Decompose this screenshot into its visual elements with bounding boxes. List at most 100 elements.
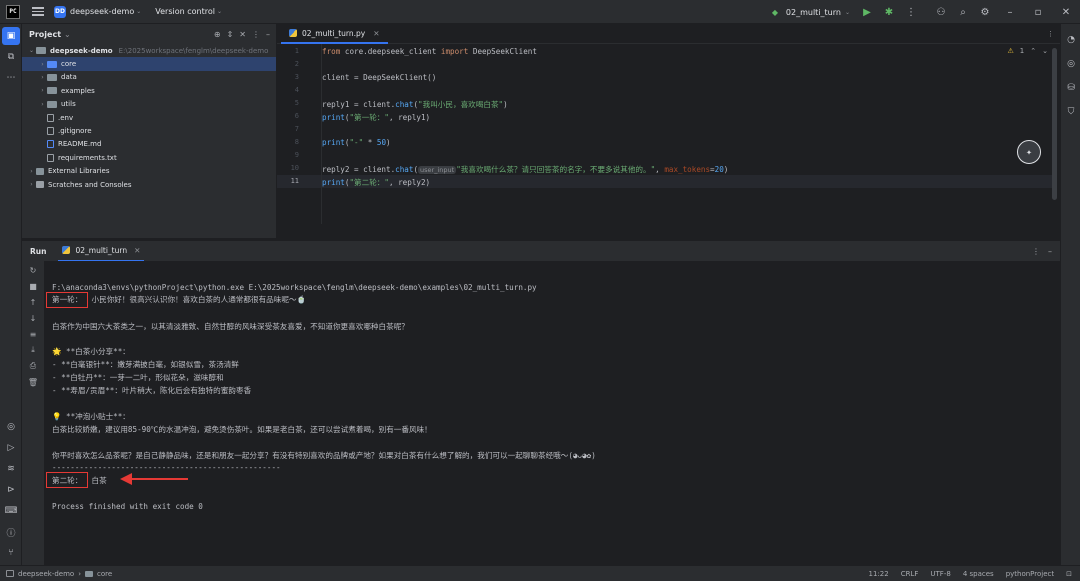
- indent-setting[interactable]: 4 spaces: [963, 570, 994, 578]
- caret-position[interactable]: 11:22: [869, 570, 889, 578]
- print-icon[interactable]: ⎙: [24, 359, 42, 373]
- tree-item-core[interactable]: › core: [22, 57, 276, 71]
- project-tool-icon[interactable]: ▣: [2, 27, 20, 45]
- console-output[interactable]: F:\anaconda3\envs\pythonProject\python.e…: [44, 261, 1060, 565]
- editor-scrollbar[interactable]: [1052, 48, 1057, 200]
- line-number: 2: [294, 60, 299, 68]
- code-editor[interactable]: 1 2 3 4 5 6 7 8 9 10 11 from core.deepse…: [277, 44, 1060, 238]
- python-file-icon: [62, 246, 71, 254]
- close-tab-icon[interactable]: ✕: [373, 29, 379, 38]
- tree-item-examples[interactable]: › examples: [22, 84, 276, 97]
- close-icon[interactable]: ✕: [1052, 0, 1080, 24]
- inspection-widget[interactable]: ⚠ 1 ⌃ ⌄: [1008, 47, 1049, 55]
- tree-root[interactable]: ⌄ deepseek-demo E:\2025workspace\fenglm\…: [22, 44, 276, 57]
- git-icon[interactable]: ⑂: [2, 544, 20, 562]
- add-user-icon[interactable]: ⚇: [930, 0, 952, 24]
- run-panel-title[interactable]: Run: [30, 247, 46, 256]
- chevron-down-icon[interactable]: ⌄: [217, 8, 222, 15]
- chevron-right-icon[interactable]: ›: [38, 87, 47, 94]
- project-panel-header: Project ⌄ ⊕ ⇕ ✕ ⋮ –: [22, 24, 276, 44]
- tab-02-multi-turn[interactable]: 02_multi_turn.py ✕: [281, 24, 388, 44]
- ai-assistant-avatar-icon[interactable]: ✦: [1017, 140, 1041, 164]
- ai-assistant-icon[interactable]: ◎: [1063, 56, 1079, 72]
- database-icon[interactable]: ⛁: [1063, 80, 1079, 96]
- line-number: 5: [294, 99, 299, 107]
- right-tool-strip: ◔ ◎ ⛁ ⛉: [1060, 24, 1080, 565]
- code-line-5: reply1 = client.chat("我叫小民，喜欢喝白茶"): [322, 100, 508, 109]
- notifications-icon[interactable]: ◔: [1063, 32, 1079, 48]
- breadcrumb-project[interactable]: deepseek-demo: [18, 570, 74, 578]
- hide-icon[interactable]: –: [1048, 247, 1052, 256]
- tabs-more-icon[interactable]: ⋮: [1047, 30, 1054, 38]
- project-name[interactable]: deepseek-demo: [70, 7, 134, 16]
- options-icon[interactable]: ⋮: [1032, 247, 1040, 256]
- run-tool-icon[interactable]: ▷: [2, 439, 20, 457]
- chevron-right-icon[interactable]: ›: [27, 168, 36, 175]
- tree-item-external-libraries[interactable]: › External Libraries: [22, 165, 276, 178]
- lock-icon[interactable]: ⊡: [1066, 570, 1072, 578]
- version-control-menu[interactable]: Version control: [155, 7, 215, 16]
- tree-item-env[interactable]: .env: [22, 111, 276, 124]
- chevron-down-icon[interactable]: ⌄: [1042, 47, 1048, 55]
- debug-icon[interactable]: ✱: [878, 0, 900, 24]
- chevron-right-icon[interactable]: ›: [38, 61, 47, 68]
- breadcrumb-folder[interactable]: core: [97, 570, 112, 578]
- shield-icon[interactable]: ⛉: [1063, 104, 1079, 120]
- code-line-8: print("-" * 50): [322, 138, 391, 147]
- rerun-icon[interactable]: ↻: [24, 263, 42, 277]
- options-icon[interactable]: ⋮: [252, 30, 260, 39]
- tree-item-requirements[interactable]: requirements.txt: [22, 151, 276, 164]
- run-config-selector[interactable]: 02_multi_turn: [786, 8, 841, 17]
- main-menu-icon[interactable]: [32, 7, 44, 16]
- python-packages-icon[interactable]: ◎: [2, 418, 20, 436]
- problems-icon[interactable]: ⓘ: [2, 523, 20, 541]
- console-line: 第一轮： 小民你好！很高兴认识你！喜欢白茶的人通常都很有品味呢～🍵: [52, 295, 307, 304]
- layers-icon[interactable]: ≋: [2, 460, 20, 478]
- scroll-up-icon[interactable]: ↑: [24, 295, 42, 309]
- tree-item-readme[interactable]: README.md: [22, 138, 276, 151]
- structure-tool-icon[interactable]: ⧉: [2, 48, 20, 66]
- chevron-down-icon[interactable]: ⌄: [27, 47, 36, 54]
- more-tools-icon[interactable]: ⋯: [2, 69, 20, 87]
- collapse-icon[interactable]: ✕: [239, 30, 246, 39]
- tree-item-gitignore[interactable]: .gitignore: [22, 124, 276, 137]
- title-bar: PC DD deepseek-demo ⌄ Version control ⌄ …: [0, 0, 1080, 24]
- project-panel-title[interactable]: Project: [29, 30, 61, 39]
- line-separator[interactable]: CRLF: [901, 570, 919, 578]
- chevron-up-icon[interactable]: ⌃: [1030, 47, 1036, 55]
- hide-icon[interactable]: –: [266, 30, 270, 39]
- run-panel-header: Run 02_multi_turn ✕ ⋮ –: [22, 240, 1060, 262]
- project-badge[interactable]: DD: [54, 5, 66, 18]
- scroll-to-end-icon[interactable]: ⤓: [24, 343, 42, 357]
- terminal-icon[interactable]: ⌨: [2, 502, 20, 520]
- chevron-down-icon[interactable]: ⌄: [845, 9, 850, 16]
- run-tab-02-multi-turn[interactable]: 02_multi_turn ✕: [58, 241, 145, 262]
- tree-item-utils[interactable]: › utils: [22, 98, 276, 111]
- python-interpreter[interactable]: pythonProject: [1006, 570, 1054, 578]
- file-encoding[interactable]: UTF-8: [930, 570, 950, 578]
- services-icon[interactable]: ⊳: [2, 481, 20, 499]
- restore-icon[interactable]: ▫: [1024, 0, 1052, 24]
- scroll-down-icon[interactable]: ↓: [24, 311, 42, 325]
- more-icon[interactable]: ⋮: [900, 0, 922, 24]
- expand-icon[interactable]: ⇕: [227, 30, 234, 39]
- run-icon[interactable]: ▶: [856, 0, 878, 24]
- trash-icon[interactable]: 🗑: [24, 375, 42, 389]
- chevron-down-icon[interactable]: ⌄: [64, 30, 71, 39]
- chevron-right-icon[interactable]: ›: [38, 101, 47, 108]
- settings-icon[interactable]: ⚙: [974, 0, 996, 24]
- locate-icon[interactable]: ⊕: [214, 30, 221, 39]
- search-icon[interactable]: ⌕: [952, 0, 974, 24]
- close-tab-icon[interactable]: ✕: [134, 246, 140, 255]
- chevron-down-icon[interactable]: ⌄: [136, 8, 141, 15]
- minimize-icon[interactable]: –: [996, 0, 1024, 24]
- stop-icon[interactable]: ■: [24, 279, 42, 293]
- soft-wrap-icon[interactable]: ≡: [24, 327, 42, 341]
- breadcrumb: deepseek-demo › core: [6, 570, 112, 578]
- folder-icon: [85, 570, 94, 577]
- chevron-right-icon[interactable]: ›: [38, 74, 47, 81]
- tree-item-data[interactable]: › data: [22, 71, 276, 84]
- code-line-3: client = DeepSeekClient(): [322, 73, 437, 82]
- chevron-right-icon[interactable]: ›: [27, 181, 36, 188]
- tree-item-scratches[interactable]: › Scratches and Consoles: [22, 178, 276, 191]
